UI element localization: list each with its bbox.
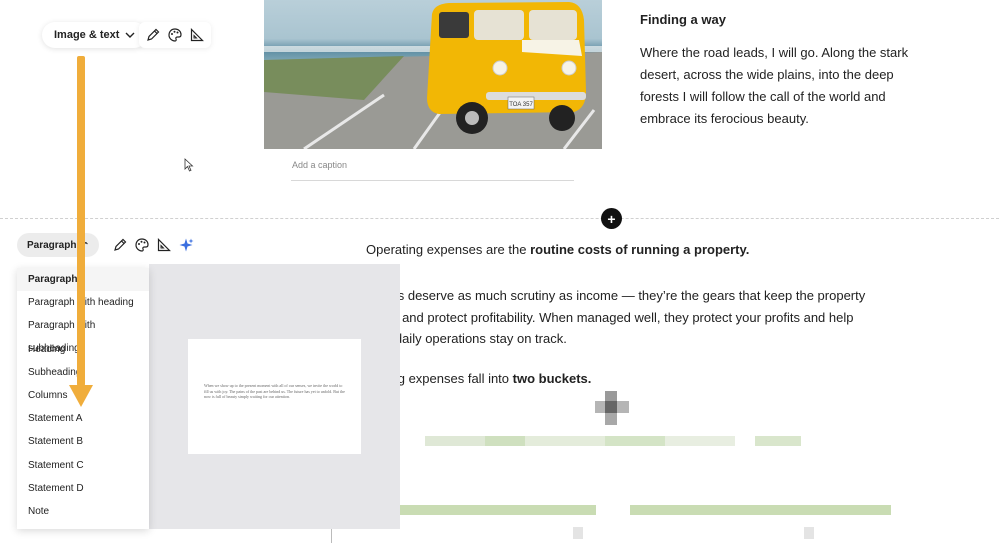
menu-item-statement-d[interactable]: Statement D <box>17 477 149 500</box>
caption-underline <box>291 180 574 181</box>
column-divider <box>331 528 332 543</box>
annotation-arrow <box>77 56 85 386</box>
annotation-arrow-head <box>69 385 93 407</box>
layout-preview-card: When we show up to the present moment wi… <box>188 339 361 454</box>
menu-item-statement-b[interactable]: Statement B <box>17 430 149 453</box>
pencil-icon[interactable] <box>145 27 161 43</box>
van-photo[interactable]: TOA 357 <box>264 0 602 149</box>
paragraph-type-dropdown[interactable]: Paragraph ⌃ <box>17 233 100 257</box>
block-tools <box>139 22 211 48</box>
menu-item-statement-a[interactable]: Statement A <box>17 407 149 430</box>
text-body[interactable]: Where the road leads, I will go. Along t… <box>640 42 910 130</box>
caption-input[interactable]: Add a caption <box>292 160 347 170</box>
add-block-button[interactable]: + <box>601 208 622 229</box>
van-illustration: TOA 357 <box>264 2 602 149</box>
pixel-block <box>573 527 583 539</box>
block-type-dropdown[interactable]: Image & text <box>42 22 148 48</box>
section-divider <box>0 218 999 219</box>
mouse-cursor-icon <box>184 158 194 177</box>
paragraph-3[interactable]: ting expenses fall into two buckets. <box>384 371 591 386</box>
plus-icon: + <box>607 210 616 227</box>
text-heading[interactable]: Finding a way <box>640 12 726 27</box>
preview-text: When we show up to the present moment wi… <box>204 383 345 399</box>
palette-icon[interactable] <box>134 237 150 253</box>
sparkle-icon[interactable] <box>178 237 194 253</box>
chevron-down-icon <box>125 30 135 40</box>
set-square-icon[interactable] <box>156 237 172 253</box>
set-square-icon[interactable] <box>189 27 205 43</box>
paragraph-type-label: Paragraph <box>27 239 77 251</box>
menu-item-statement-c[interactable]: Statement C <box>17 454 149 477</box>
paragraph-tools <box>106 232 200 258</box>
block-type-label: Image & text <box>54 29 120 41</box>
pixelated-text-row <box>425 436 801 448</box>
pixelated-column-header-1 <box>400 505 596 515</box>
pixelated-column-header-2 <box>630 505 891 515</box>
paragraph-2[interactable]: ses deserve as much scrutiny as income —… <box>384 285 865 350</box>
pencil-icon[interactable] <box>112 237 128 253</box>
menu-item-note[interactable]: Note <box>17 500 149 523</box>
license-plate: TOA 357 <box>509 102 533 108</box>
palette-icon[interactable] <box>167 27 183 43</box>
pixel-block <box>804 527 814 539</box>
paragraph-1[interactable]: Operating expenses are the routine costs… <box>366 242 749 257</box>
